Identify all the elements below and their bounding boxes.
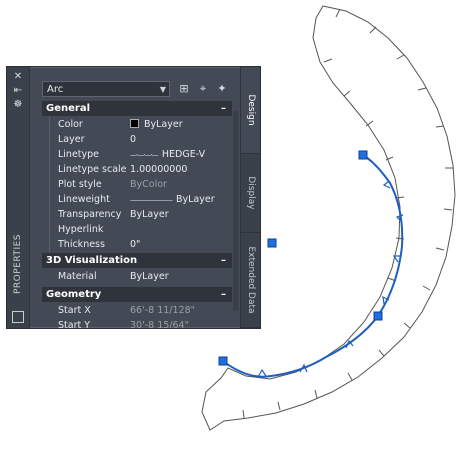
property-value-text: ByLayer bbox=[144, 119, 183, 130]
tab-design-label: Design bbox=[245, 94, 256, 126]
lineweight-preview: ——————— bbox=[130, 196, 173, 204]
object-type-value: Arc bbox=[47, 84, 64, 95]
property-value[interactable]: 66'-8 11/128" bbox=[130, 303, 232, 318]
autohide-icon[interactable]: ⇤ bbox=[11, 85, 25, 97]
section-general-label: General bbox=[46, 103, 90, 114]
property-value[interactable]: ByLayer bbox=[130, 269, 232, 284]
quick-select-icon[interactable]: ✦ bbox=[215, 82, 229, 96]
linetype-preview: —·—·—·— bbox=[130, 151, 159, 159]
properties-palette: ✕ ⇤ ☸ PROPERTIES Arc ▼ ⊞ ⌖ ✦ General – C… bbox=[6, 66, 261, 329]
property-value-text: 1.00000000 bbox=[130, 164, 188, 175]
palette-scrollbar[interactable] bbox=[233, 111, 238, 311]
tab-display[interactable]: Display bbox=[241, 154, 260, 233]
section-3d-label: 3D Visualization bbox=[46, 255, 138, 266]
property-key: Transparency bbox=[58, 209, 122, 220]
palette-side-tabs: Design Display Extended Data bbox=[240, 67, 260, 328]
property-row[interactable]: Linetype scale 1.00000000 bbox=[42, 162, 232, 177]
collapse-icon[interactable]: – bbox=[221, 253, 226, 268]
property-value[interactable]: ByLayer bbox=[130, 117, 232, 132]
settings-icon[interactable]: ☸ bbox=[11, 99, 25, 111]
property-value-text: 66'-8 11/128" bbox=[130, 305, 195, 316]
property-key: Linetype scale bbox=[58, 164, 127, 175]
select-objects-icon[interactable]: ⌖ bbox=[196, 82, 210, 96]
grip-end[interactable] bbox=[358, 150, 368, 160]
grip-start[interactable] bbox=[218, 356, 228, 366]
property-value-text: 30'-8 15/64" bbox=[130, 320, 189, 329]
properties-icon bbox=[12, 311, 24, 323]
property-row[interactable]: Plot style ByColor bbox=[42, 177, 232, 192]
property-row[interactable]: Material ByLayer bbox=[42, 269, 232, 284]
property-key: Linetype bbox=[58, 149, 100, 160]
property-key: Hyperlink bbox=[58, 224, 104, 235]
property-value[interactable]: ——————— ByLayer bbox=[130, 192, 232, 208]
section-3d-visualization[interactable]: 3D Visualization – bbox=[42, 253, 232, 268]
property-value-text: ByLayer bbox=[130, 271, 169, 282]
property-value[interactable]: ByLayer bbox=[130, 207, 232, 222]
object-type-dropdown[interactable]: Arc ▼ bbox=[42, 81, 170, 97]
property-row[interactable]: Lineweight ——————— ByLayer bbox=[42, 192, 232, 207]
toggle-pickadd-icon[interactable]: ⊞ bbox=[177, 82, 191, 96]
property-value-text: 0" bbox=[130, 239, 141, 250]
property-key: Layer bbox=[58, 134, 85, 145]
property-key: Material bbox=[58, 271, 97, 282]
property-value[interactable]: 0 bbox=[130, 132, 232, 147]
section-general[interactable]: General – bbox=[42, 101, 232, 116]
property-value[interactable]: —·—·—·— HEDGE-V bbox=[130, 147, 232, 163]
property-key: Plot style bbox=[58, 179, 102, 190]
property-key: Color bbox=[58, 119, 83, 130]
grip-center[interactable] bbox=[267, 238, 277, 248]
property-key: Start X bbox=[58, 305, 91, 316]
property-value-text: ByLayer bbox=[176, 194, 215, 205]
tab-display-label: Display bbox=[245, 176, 256, 210]
property-row[interactable]: Hyperlink bbox=[42, 222, 232, 237]
property-row[interactable]: Start X 66'-8 11/128" bbox=[42, 303, 232, 318]
property-key: Thickness bbox=[58, 239, 105, 250]
close-icon[interactable]: ✕ bbox=[11, 71, 25, 83]
palette-titlebar[interactable]: ✕ ⇤ ☸ PROPERTIES bbox=[7, 67, 30, 328]
property-value-text: HEDGE-V bbox=[161, 149, 206, 160]
section-geometry-label: Geometry bbox=[46, 289, 102, 300]
property-value-text: ByLayer bbox=[130, 209, 169, 220]
property-value-text: ByColor bbox=[130, 179, 167, 190]
color-swatch bbox=[130, 119, 139, 128]
property-value[interactable]: 1.00000000 bbox=[130, 162, 232, 177]
property-key: Start Y bbox=[58, 320, 91, 329]
property-value[interactable]: ByColor bbox=[130, 177, 232, 192]
palette-content: Arc ▼ ⊞ ⌖ ✦ General – Color ByLayer Layer 0… bbox=[39, 77, 232, 329]
hedge-teeth bbox=[242, 8, 453, 419]
property-row[interactable]: Linetype —·—·—·— HEDGE-V bbox=[42, 147, 232, 162]
property-key: Lineweight bbox=[58, 194, 110, 205]
section-geometry[interactable]: Geometry – bbox=[42, 287, 232, 302]
collapse-icon[interactable]: – bbox=[221, 287, 226, 302]
chevron-down-icon: ▼ bbox=[159, 85, 166, 94]
property-row[interactable]: Transparency ByLayer bbox=[42, 207, 232, 222]
property-value[interactable]: 0" bbox=[130, 237, 232, 252]
property-row[interactable]: Layer 0 bbox=[42, 132, 232, 147]
property-value-text: 0 bbox=[130, 134, 137, 145]
property-row[interactable]: Thickness 0" bbox=[42, 237, 232, 252]
tab-design[interactable]: Design bbox=[241, 67, 260, 154]
grip-mid[interactable] bbox=[373, 311, 383, 321]
palette-title: PROPERTIES bbox=[13, 233, 23, 295]
arc-teeth bbox=[257, 180, 404, 378]
property-value[interactable]: 30'-8 15/64" bbox=[130, 318, 232, 329]
property-row[interactable]: Color ByLayer bbox=[42, 117, 232, 132]
collapse-icon[interactable]: – bbox=[221, 101, 226, 116]
property-row[interactable]: Start Y 30'-8 15/64" bbox=[42, 318, 232, 329]
tab-extended-label: Extended Data bbox=[245, 246, 256, 314]
tab-extended-data[interactable]: Extended Data bbox=[241, 233, 260, 328]
